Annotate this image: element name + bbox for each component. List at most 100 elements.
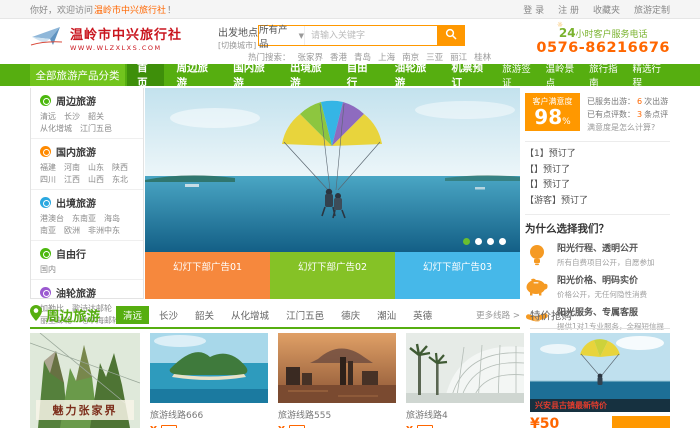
all-products-menu[interactable]: 全部旅游产品分类 [30,64,125,86]
sun-icon: ☼ [557,21,563,29]
category-link[interactable]: 山东 [88,162,104,173]
nav-sub-featured[interactable]: 精选行程 [627,64,670,86]
why-item-desc: 所有自费项目公开，自愿参加 [557,257,655,268]
booking-item[interactable]: 【1】预订了 [525,147,670,163]
slider-dot[interactable] [487,238,494,245]
cruise-category-icon [40,287,51,298]
more-routes-link[interactable]: 更多线路 > [476,309,520,321]
welcome-prefix: 你好，欢迎访问 [30,6,93,16]
category-link[interactable]: 南亚 [40,225,56,236]
ad-banner-1[interactable]: 幻灯下部广告01 [145,252,270,299]
welcome-message: 你好，欢迎访问温岭市中兴旅行社！ [30,3,176,16]
tab-changsha[interactable]: 长沙 [152,306,185,324]
why-item-transparent: 阳光行程、透明公开 所有自费项目公开，自愿参加 [525,243,670,268]
nav-item-flights[interactable]: 机票预订 [441,64,496,86]
category-link[interactable]: 河南 [64,162,80,173]
custom-tour-link[interactable]: 旅游定制 [634,3,670,16]
site-header: 温岭市中兴旅行社 WWW.WLZXLXS.COM 出发地点 [切换城市] 所有产… [30,20,670,63]
welcome-site-name: 温岭市中兴旅行社 [94,6,166,16]
booking-item[interactable]: 【】预订了 [525,178,670,194]
favorites-link[interactable]: 收藏夹 [593,3,620,16]
register-link[interactable]: 注 册 [558,3,579,16]
tab-chaoshan[interactable]: 潮汕 [370,306,403,324]
tour-card-caption: 旅游线路4 [406,408,524,421]
nav-sub-guide[interactable]: 旅行指南 [583,64,626,86]
category-link[interactable]: 福建 [40,162,56,173]
category-name: 油轮旅游 [56,285,96,300]
hot-keyword[interactable]: 上海 [378,51,395,63]
why-title: 为什么选择我们？ [525,221,670,236]
reviews-stat: 已有点评数：3条点评 [587,108,668,121]
search-box: 所有产品 ▼ [258,25,465,46]
tab-yingde[interactable]: 英德 [406,306,439,324]
tab-qingyuan[interactable]: 清远 [116,306,149,324]
category-link[interactable]: 陕西 [112,162,128,173]
category-link[interactable]: 欧洲 [64,225,80,236]
search-icon [445,28,457,43]
search-category-dropdown[interactable]: 所有产品 ▼ [259,26,305,45]
tab-jiangmen[interactable]: 江门五邑 [279,306,331,324]
category-link[interactable]: 韶关 [88,111,104,122]
ad-banner-3[interactable]: 幻灯下部广告03 [395,252,520,299]
category-header[interactable]: 出境旅游 [40,195,134,210]
booking-item[interactable]: 【】预订了 [525,163,670,179]
category-link[interactable]: 东南亚 [72,213,96,224]
category-link[interactable]: 四川 [40,174,56,185]
category-link[interactable]: 清远 [40,111,56,122]
category-link[interactable]: 东北 [112,174,128,185]
site-logo[interactable]: 温岭市中兴旅行社 WWW.WLZXLXS.COM [30,24,182,52]
hot-keyword[interactable]: 香港 [330,51,347,63]
nav-item-nearby[interactable]: 周边旅游 [166,64,221,86]
category-link[interactable]: 港澳台 [40,213,64,224]
slider-dot[interactable] [475,238,482,245]
search-input[interactable] [305,26,437,45]
slider-dots [463,238,506,245]
special-deal-card[interactable]: 兴安县古镇最新特价 ¥50 [530,333,670,428]
tour-card[interactable]: 旅游线路4 ¥ [406,333,524,428]
category-header[interactable]: 自由行 [40,246,134,261]
ad-banner-2[interactable]: 幻灯下部广告02 [270,252,395,299]
nearby-category-icon [40,95,51,106]
slider-dot[interactable] [499,238,506,245]
tab-shaoguan[interactable]: 韶关 [188,306,221,324]
tour-card[interactable]: 旅游线路555 ¥ [278,333,396,428]
departure-city-selector[interactable]: 出发地点 [切换城市] [218,28,258,52]
category-link[interactable]: 江西 [64,174,80,185]
nav-item-outbound[interactable]: 出境旅游 [280,64,335,86]
nav-item-home[interactable]: 首页 [127,64,164,86]
tour-card-caption: 旅游线路555 [278,408,396,421]
nav-item-domestic[interactable]: 国内旅游 [223,64,278,86]
category-header[interactable]: 周边旅游 [40,93,134,108]
satisfaction-panel: 客户满意度 98% 已服务出游：6次出游 已有点评数：3条点评 满意度是怎么计算… [525,88,670,134]
buy-now-button[interactable] [612,416,670,428]
category-link[interactable]: 从化增城 [40,123,72,134]
category-header[interactable]: 国内旅游 [40,144,134,159]
search-button[interactable] [437,26,464,45]
nav-item-cruise[interactable]: 油轮旅游 [385,64,440,86]
category-link[interactable]: 海岛 [104,213,120,224]
category-link[interactable]: 非洲中东 [88,225,120,236]
tour-card[interactable]: 旅游线路666 ¥ [150,333,268,428]
category-name: 周边旅游 [56,93,96,108]
booking-item[interactable]: 【游客】预订了 [525,194,670,210]
nav-sub-attractions[interactable]: 温岭景点 [540,64,583,86]
service-hotline: ☼24 小时客户服务电话 0576-86216676 [536,23,670,56]
category-link[interactable]: 江门五邑 [80,123,112,134]
tab-deqing[interactable]: 德庆 [334,306,367,324]
nav-sub-visa[interactable]: 旅游签证 [496,64,539,86]
welcome-suffix: ！ [167,6,176,16]
slider-dot[interactable] [463,238,470,245]
category-link[interactable]: 国内 [40,264,56,275]
nav-item-free-travel[interactable]: 自由行 [337,64,383,86]
deal-caption-bar: 兴安县古镇最新特价 [530,399,670,412]
satisfaction-how-link[interactable]: 满意度是怎么计算? [587,121,668,134]
category-header[interactable]: 油轮旅游 [40,285,134,300]
login-link[interactable]: 登 录 [523,3,544,16]
free-travel-category-icon [40,248,51,259]
category-name: 自由行 [56,246,86,261]
tab-conghua[interactable]: 从化增城 [224,306,276,324]
category-link[interactable]: 长沙 [64,111,80,122]
category-link[interactable]: 山西 [88,174,104,185]
hero-slider[interactable] [145,88,520,252]
zhangjiajie-promo-card[interactable]: 魅力张家界 [30,333,140,428]
